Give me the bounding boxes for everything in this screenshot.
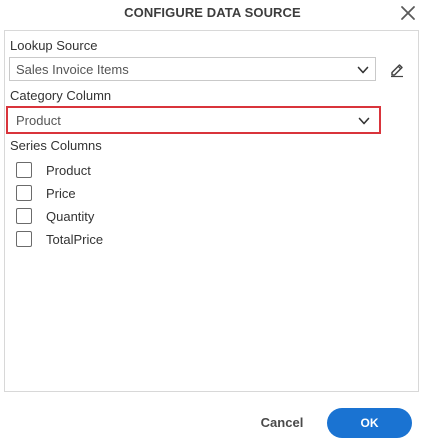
lookup-source-value: Sales Invoice Items (16, 62, 129, 77)
series-checkbox-product[interactable] (16, 162, 32, 178)
series-checkbox-label: Price (46, 186, 76, 201)
series-columns-label: Series Columns (10, 138, 102, 153)
configure-data-source-dialog: CONFIGURE DATA SOURCE Lookup Source Sale… (0, 0, 425, 444)
chevron-down-icon (357, 66, 369, 74)
close-button[interactable] (399, 4, 417, 22)
category-column-label: Category Column (10, 88, 112, 103)
edit-lookup-source-button[interactable] (388, 60, 406, 78)
category-column-select[interactable]: Product (6, 106, 381, 134)
close-icon (401, 6, 415, 20)
cancel-button[interactable]: Cancel (254, 408, 310, 438)
lookup-source-select[interactable]: Sales Invoice Items (9, 57, 376, 81)
pencil-icon (391, 64, 403, 78)
series-checkbox-label: Product (46, 163, 91, 178)
dialog-footer: Cancel OK (0, 396, 425, 444)
ok-button[interactable]: OK (327, 408, 412, 438)
chevron-down-icon (358, 117, 370, 125)
series-checkbox-quantity[interactable] (16, 208, 32, 224)
category-column-value: Product (16, 113, 61, 128)
dialog-title: CONFIGURE DATA SOURCE (124, 5, 301, 20)
dialog-header: CONFIGURE DATA SOURCE (0, 0, 425, 26)
series-checkbox-price[interactable] (16, 185, 32, 201)
series-checkbox-label: TotalPrice (46, 232, 104, 247)
series-checkbox-label: Quantity (46, 209, 95, 224)
lookup-source-label: Lookup Source (10, 38, 98, 53)
series-checkbox-totalprice[interactable] (16, 231, 32, 247)
